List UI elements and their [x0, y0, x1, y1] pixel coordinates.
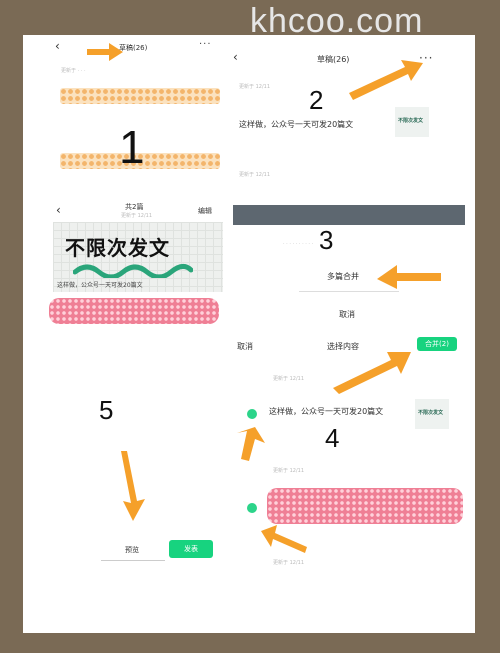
- cancel-button[interactable]: 取消: [237, 341, 253, 352]
- step-number: 2: [309, 85, 324, 115]
- redacted-text: [49, 298, 219, 324]
- article-thumbnail: 不限次发文: [415, 399, 449, 429]
- redacted-row: [267, 488, 463, 524]
- dim-overlay: [233, 205, 465, 225]
- faint-date: 更新于 12/11: [273, 560, 304, 566]
- back-icon[interactable]: ‹: [56, 203, 61, 217]
- faint-date: 更新于 12/11: [273, 376, 304, 382]
- preview-label: 预览: [125, 546, 139, 554]
- divider: [299, 291, 399, 292]
- preview-button[interactable]: 预览: [101, 540, 165, 561]
- selected-checkbox[interactable]: [247, 409, 257, 419]
- cover-image: 不限次发文 这样做，公众号一天可发20篇文: [53, 222, 223, 292]
- faint-date: 更新于 · · ·: [61, 68, 86, 74]
- arrow-icon: [377, 265, 441, 289]
- arrow-icon: [87, 43, 123, 61]
- arrow-icon: [349, 60, 423, 100]
- step-number: 4: [325, 423, 340, 453]
- panel-article-detail: ‹ 共2篇 更新于 12/11 编辑 不限次发文 这样做，公众号一天可发20篇文: [23, 200, 228, 340]
- cover-title: 不限次发文: [65, 236, 170, 260]
- edit-button[interactable]: 编辑: [198, 206, 212, 216]
- thumb-text: 不限次发文: [418, 410, 444, 416]
- faint-date: 更新于 12/11: [273, 468, 304, 474]
- wave-icon: [73, 264, 193, 278]
- merge-button[interactable]: 合并(2): [417, 337, 457, 351]
- step-number: 1: [119, 121, 145, 173]
- arrow-icon: [333, 352, 411, 394]
- panel-drafts-list: ‹ 草稿(26) ··· 更新于 · · · 1: [23, 35, 228, 205]
- cancel-option[interactable]: 取消: [339, 309, 355, 320]
- back-icon[interactable]: ‹: [233, 50, 238, 64]
- faint-date: 更新于 12/11: [239, 172, 270, 178]
- faint-date: 更新于 12/11: [239, 84, 270, 90]
- article-date: 更新于 12/11: [121, 213, 152, 219]
- step-number: 5: [99, 395, 114, 425]
- selected-checkbox[interactable]: [247, 503, 257, 513]
- back-icon[interactable]: ‹: [55, 39, 60, 53]
- article-thumbnail: 不限次发文: [395, 107, 429, 137]
- screenshot-sheet: ‹ 草稿(26) ··· 更新于 · · · 1 ‹ 共2篇 更新于 12/11…: [23, 35, 475, 633]
- article-title: 这样做，公众号一天可发20篇文: [269, 407, 384, 416]
- article-count: 共2篇: [125, 203, 144, 211]
- step-number: 3: [319, 225, 334, 255]
- more-icon[interactable]: ···: [199, 39, 212, 50]
- arrow-icon: [261, 525, 307, 553]
- arrow-icon: [121, 451, 145, 521]
- thumb-text: 不限次发文: [398, 118, 424, 124]
- article-title: 这样做，公众号一天可发20篇文: [239, 120, 354, 129]
- faint-text: · · · · · · · · · ·: [283, 241, 314, 247]
- merge-option[interactable]: 多篇合并: [327, 271, 359, 282]
- cover-caption: 这样做，公众号一天可发20篇文: [57, 282, 143, 289]
- redacted-row: [60, 88, 220, 104]
- arrow-icon: [237, 427, 265, 461]
- publish-button[interactable]: 发表: [169, 540, 213, 558]
